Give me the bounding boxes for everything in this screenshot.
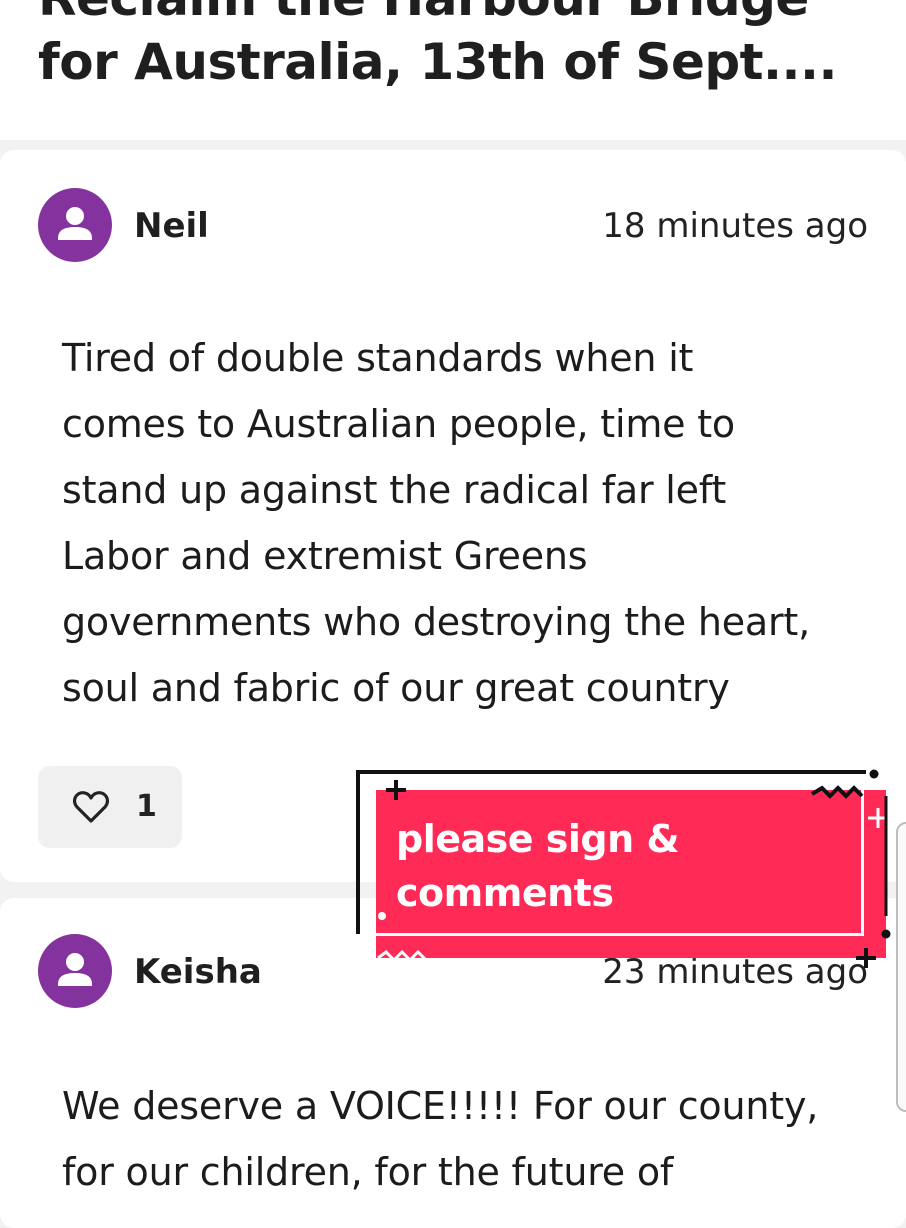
comment-author[interactable]: Keisha — [134, 952, 262, 992]
sticker-decoration — [377, 769, 891, 968]
avatar[interactable] — [38, 188, 112, 262]
comment-author[interactable]: Neil — [134, 206, 209, 246]
page-header: Reclaim the Harbour Bridge for Australia… — [0, 0, 906, 140]
scrollbar-handle[interactable] — [896, 822, 906, 1112]
comment-text: We deserve a VOICE!!!!! For our county, … — [62, 1084, 819, 1194]
like-count: 1 — [136, 789, 157, 824]
like-button[interactable]: 1 — [38, 766, 182, 848]
avatar[interactable] — [38, 934, 112, 1008]
page-title-line-2: for Australia, 13th of Sept.... — [38, 33, 838, 91]
comment-timestamp: 18 minutes ago — [602, 206, 868, 246]
comment-text: Tired of double standards when it comes … — [62, 336, 810, 710]
page-title: Reclaim the Harbour Bridge for Australia… — [38, 0, 888, 94]
page-title-line-1: Reclaim the Harbour Bridge — [38, 0, 809, 27]
